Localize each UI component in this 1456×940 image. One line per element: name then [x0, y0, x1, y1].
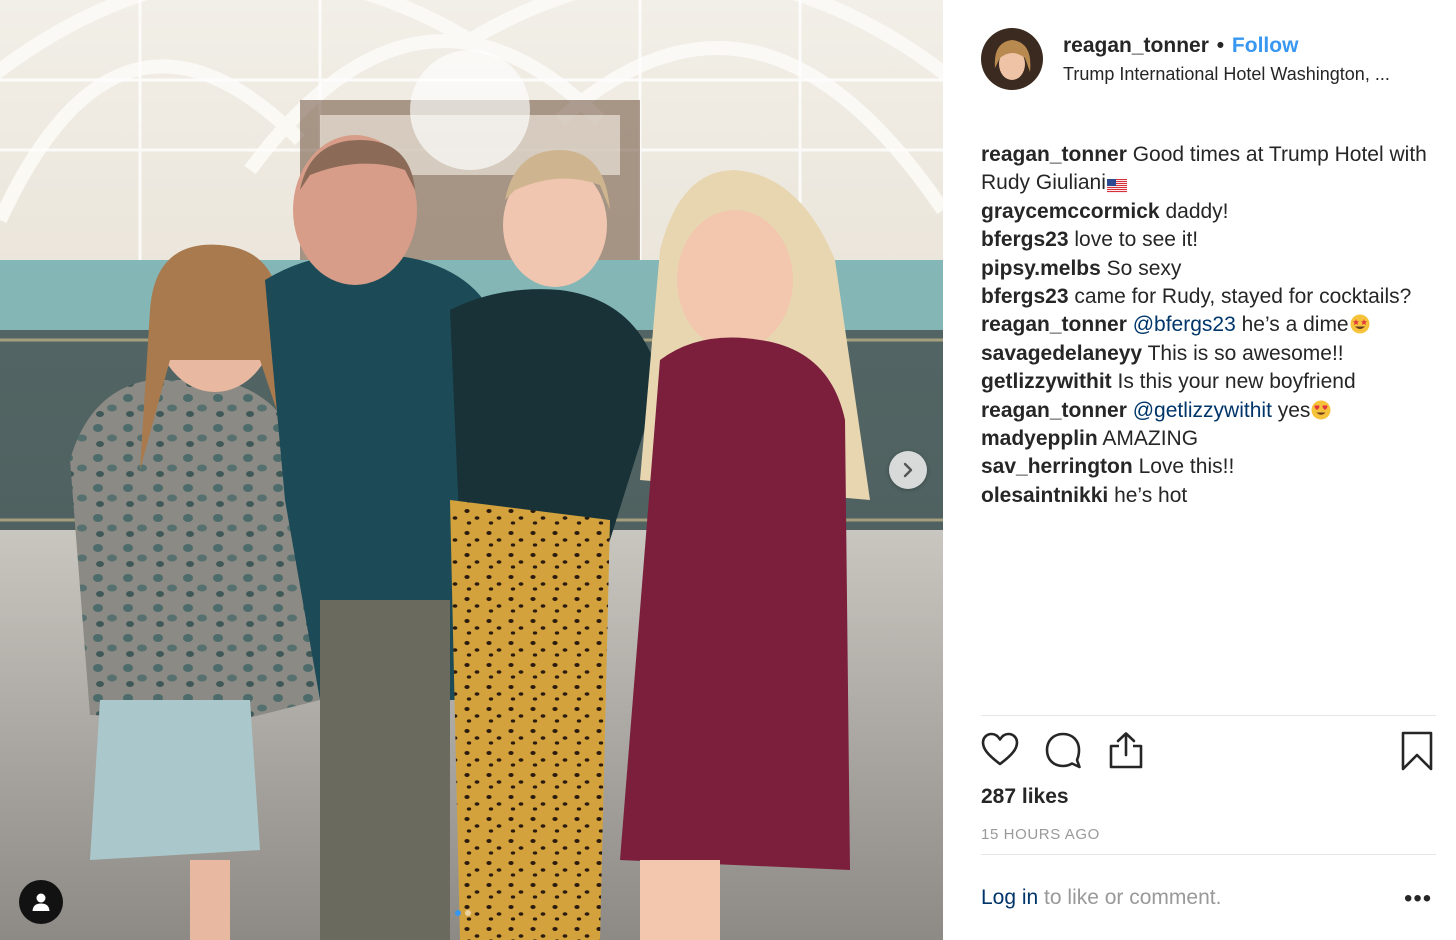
comment-text: So sexy: [1106, 256, 1182, 280]
comment-username[interactable]: sav_herrington: [981, 455, 1133, 478]
comment-mention[interactable]: @bfergs23: [1133, 313, 1236, 336]
comment-icon: [1045, 732, 1081, 769]
user-icon: [32, 893, 50, 911]
save-button[interactable]: [1400, 731, 1434, 776]
post-sidebar: reagan_tonner • Follow Trump Internation…: [943, 0, 1456, 940]
comment-username[interactable]: savagedelaneyy: [981, 342, 1142, 365]
divider: [981, 854, 1436, 855]
carousel-dot-active: [455, 910, 461, 916]
post-header: reagan_tonner • Follow Trump Internation…: [981, 28, 1390, 90]
post-timestamp[interactable]: 15 HOURS AGO: [981, 826, 1100, 843]
divider: [981, 715, 1436, 716]
comment-item: olesaintnikki he’s hot: [981, 482, 1431, 510]
comment-button[interactable]: [1044, 731, 1082, 774]
comment-text: daddy!: [1165, 199, 1229, 223]
comment-item: graycemccormick daddy!: [981, 198, 1431, 226]
comment-username[interactable]: pipsy.melbs: [981, 257, 1101, 280]
next-photo-button[interactable]: [889, 451, 927, 489]
header-separator: •: [1216, 33, 1225, 57]
comment-text: love to see it!: [1074, 228, 1199, 252]
more-options-button[interactable]: •••: [1404, 885, 1432, 913]
comment-item: reagan_tonner @getlizzywithit yes: [981, 397, 1431, 425]
share-icon: [1109, 732, 1143, 769]
comment-item: reagan_tonner @bfergs23 he’s a dime: [981, 311, 1431, 339]
comment-text: he’s a dime: [1235, 313, 1349, 337]
follow-button[interactable]: Follow: [1232, 34, 1299, 57]
post-author[interactable]: reagan_tonner: [1063, 34, 1209, 57]
comment-text: This is so awesome!!: [1147, 341, 1344, 365]
like-button[interactable]: [981, 731, 1019, 774]
comment-item: savagedelaneyy This is so awesome!!: [981, 340, 1431, 368]
comment-text: yes: [1271, 398, 1311, 422]
comment-username[interactable]: madyepplin: [981, 427, 1098, 450]
tagged-people-button[interactable]: [19, 880, 63, 924]
comment-username[interactable]: graycemccormick: [981, 200, 1160, 223]
avatar[interactable]: [981, 28, 1043, 90]
comment-item: getlizzywithit Is this your new boyfrien…: [981, 368, 1431, 396]
us-flag-emoji-icon: [1106, 172, 1127, 194]
heart-icon: [981, 732, 1019, 766]
comment-item: madyepplin AMAZING: [981, 425, 1431, 453]
comment-text: Is this your new boyfriend: [1117, 370, 1356, 394]
comment-item: pipsy.melbs So sexy: [981, 255, 1431, 283]
photo-scene: [0, 0, 943, 940]
action-bar: [981, 731, 1436, 771]
post-photo[interactable]: [0, 0, 943, 940]
comment-list: reagan_tonner Good times at Trump Hotel …: [981, 141, 1431, 510]
comment-mention[interactable]: @getlizzywithit: [1133, 399, 1272, 422]
comment-text: he’s hot: [1114, 483, 1188, 507]
comment-username[interactable]: reagan_tonner: [981, 143, 1127, 166]
comment-username[interactable]: reagan_tonner: [981, 313, 1127, 336]
comment-username[interactable]: bfergs23: [981, 228, 1069, 251]
like-count[interactable]: 287 likes: [981, 785, 1069, 809]
login-prompt-text: to like or comment.: [1038, 886, 1222, 909]
comment-item: bfergs23 love to see it!: [981, 226, 1431, 254]
carousel-dot: [465, 910, 471, 916]
avatar-image: [981, 28, 1043, 90]
comment-username[interactable]: bfergs23: [981, 285, 1069, 308]
comment-username[interactable]: getlizzywithit: [981, 370, 1112, 393]
post-location[interactable]: Trump International Hotel Washington, ..…: [1063, 64, 1390, 85]
comment-text: Love this!!: [1138, 455, 1235, 479]
login-link[interactable]: Log in: [981, 886, 1038, 909]
comment-username[interactable]: olesaintnikki: [981, 484, 1108, 507]
bookmark-icon: [1401, 731, 1433, 771]
comment-item: bfergs23 came for Rudy, stayed for cockt…: [981, 283, 1431, 311]
comment-username[interactable]: reagan_tonner: [981, 399, 1127, 422]
login-prompt: Log in to like or comment.: [981, 886, 1221, 910]
comment-item: sav_herrington Love this!!: [981, 453, 1431, 481]
star-struck-emoji-icon: [1350, 314, 1370, 334]
chevron-right-icon: [903, 462, 913, 478]
comment-text: came for Rudy, stayed for cocktails?: [1074, 285, 1412, 309]
comment-text: AMAZING: [1102, 427, 1199, 451]
comment-item: reagan_tonner Good times at Trump Hotel …: [981, 141, 1431, 198]
heart-eyes-emoji-icon: [1311, 400, 1331, 420]
carousel-dots: [455, 910, 471, 916]
share-button[interactable]: [1107, 731, 1145, 774]
